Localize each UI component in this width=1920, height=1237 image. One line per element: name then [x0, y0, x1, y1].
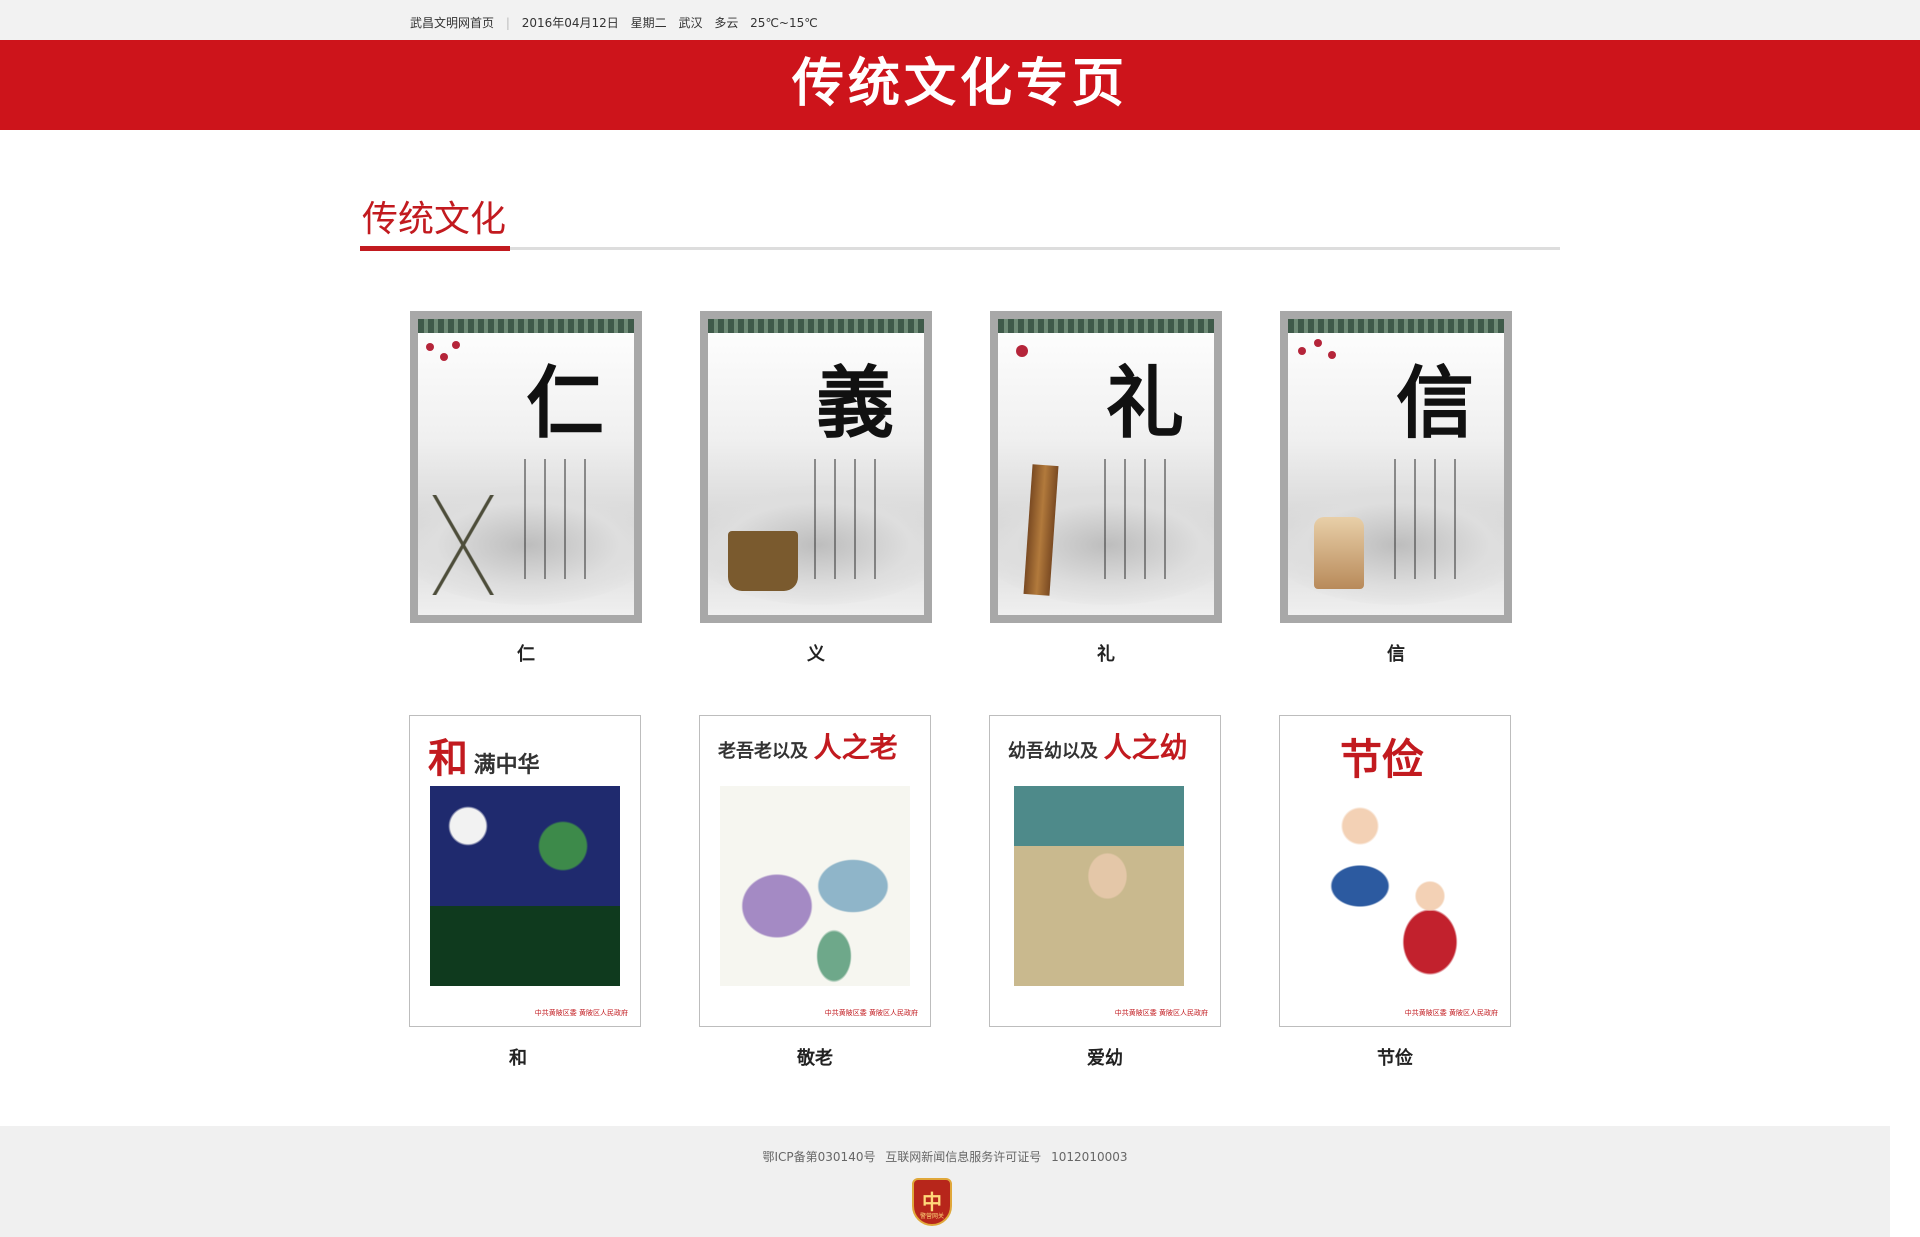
elders-painting [720, 786, 910, 986]
poster-footer-text: 中共黄陂区委 黄陂区人民政府 [1114, 1009, 1208, 1017]
poster-heading-big: 和 [428, 735, 468, 782]
poster-verse-lines [514, 459, 594, 579]
card-caption[interactable]: 仁 [410, 643, 642, 667]
section-divider [360, 247, 1560, 250]
date-text: 2016年04月12日 [521, 16, 619, 30]
plum-blossom-decoration [1292, 337, 1352, 377]
poster-footer-text: 中共黄陂区委 黄陂区人民政府 [1404, 1009, 1498, 1017]
seal-stone-decoration [1314, 517, 1364, 589]
poster-heading-big: 人之老 [813, 731, 898, 764]
roof-tiles-decoration [1288, 319, 1504, 333]
temperature-text: 25℃~15℃ [750, 16, 818, 30]
poster-footer-text: 中共黄陂区委 黄陂区人民政府 [534, 1009, 628, 1017]
poster-heading-big: 节俭 [1340, 735, 1425, 784]
poster-image[interactable]: 幼吾幼以及 人之幼 中共黄陂区委 黄陂区人民政府 [989, 715, 1221, 1027]
banner: 传统文化专页 [0, 40, 1920, 130]
weather-text: 多云 [714, 16, 739, 30]
poster-calligraphy: 仁 [525, 358, 604, 449]
license-label: 互联网新闻信息服务许可证号 [885, 1150, 1042, 1164]
badge-text: 警营网关 [919, 1213, 944, 1220]
top-bar-info: 武昌文明网首页 | 2016年04月12日 星期二 武汉 多云 25℃~15℃ [410, 14, 818, 31]
poster-image[interactable]: 信 [1280, 311, 1512, 623]
icp-text[interactable]: 鄂ICP备第030140号 [763, 1150, 876, 1164]
bamboo-decoration [432, 495, 502, 595]
magnolia-decoration [1002, 337, 1062, 377]
poster-heading: 节俭 [1340, 726, 1500, 784]
top-bar: 武昌文明网首页 | 2016年04月12日 星期二 武汉 多云 25℃~15℃ [0, 0, 1920, 40]
divider: | [505, 16, 510, 30]
home-link[interactable]: 武昌文明网首页 [410, 16, 494, 30]
weekday-text: 星期二 [630, 16, 667, 30]
poster-calligraphy: 礼 [1105, 358, 1184, 449]
poster-verse-lines [1094, 459, 1174, 579]
card-jinglao[interactable]: 老吾老以及 人之老 中共黄陂区委 黄陂区人民政府 敬老 [699, 715, 931, 1071]
card-caption[interactable]: 信 [1280, 643, 1512, 667]
poster-image[interactable]: 老吾老以及 人之老 中共黄陂区委 黄陂区人民政府 [699, 715, 931, 1027]
poster-image[interactable]: 仁 [410, 311, 642, 623]
police-badge-icon[interactable]: 中 警营网关 [912, 1178, 952, 1226]
plum-blossom-decoration [422, 337, 482, 377]
poster-image[interactable]: 节俭 中共黄陂区委 黄陂区人民政府 [1279, 715, 1511, 1027]
section-divider-accent [360, 246, 510, 251]
card-aiyou[interactable]: 幼吾幼以及 人之幼 中共黄陂区委 黄陂区人民政府 爱幼 [989, 715, 1221, 1071]
page-title: 传统文化专页 [791, 54, 1128, 114]
children-painting [1300, 786, 1500, 986]
poster-heading-small: 幼吾幼以及 [1008, 741, 1098, 762]
poster-heading-small: 老吾老以及 [718, 741, 808, 762]
roof-tiles-decoration [708, 319, 924, 333]
card-caption[interactable]: 和 [409, 1047, 641, 1071]
card-caption[interactable]: 敬老 [699, 1047, 931, 1071]
poster-heading: 老吾老以及 人之老 [718, 726, 920, 776]
footer: 鄂ICP备第030140号 互联网新闻信息服务许可证号 1012010003 中… [0, 1126, 1890, 1237]
card-caption[interactable]: 义 [700, 643, 932, 667]
card-he[interactable]: 和 满中华 中共黄陂区委 黄陂区人民政府 和 [409, 715, 641, 1071]
poster-heading-big: 人之幼 [1103, 731, 1188, 764]
poster-image[interactable]: 和 满中华 中共黄陂区委 黄陂区人民政府 [409, 715, 641, 1027]
roof-tiles-decoration [998, 319, 1214, 333]
poster-image[interactable]: 礼 [990, 311, 1222, 623]
license-number: 1012010003 [1051, 1150, 1128, 1164]
poster-heading-small: 满中华 [473, 752, 540, 778]
card-yi[interactable]: 義 义 [700, 311, 932, 667]
poster-calligraphy: 義 [815, 358, 894, 449]
bronze-ding-decoration [728, 531, 798, 591]
poster-verse-lines [804, 459, 884, 579]
city-text: 武汉 [678, 16, 703, 30]
poster-image[interactable]: 義 [700, 311, 932, 623]
card-caption[interactable]: 礼 [990, 643, 1222, 667]
card-li[interactable]: 礼 礼 [990, 311, 1222, 667]
roof-tiles-decoration [418, 319, 634, 333]
card-caption[interactable]: 爱幼 [989, 1047, 1221, 1071]
section-title: 传统文化 [362, 199, 507, 240]
card-xin[interactable]: 信 信 [1280, 311, 1512, 667]
card-ren[interactable]: 仁 仁 [410, 311, 642, 667]
poster-footer-text: 中共黄陂区委 黄陂区人民政府 [824, 1009, 918, 1017]
mother-child-painting [1014, 786, 1184, 986]
lotus-geese-painting [430, 786, 620, 986]
poster-verse-lines [1384, 459, 1464, 579]
poster-calligraphy: 信 [1395, 358, 1474, 449]
footer-license-text: 鄂ICP备第030140号 互联网新闻信息服务许可证号 1012010003 [0, 1148, 1890, 1165]
poster-heading: 幼吾幼以及 人之幼 [1008, 726, 1210, 776]
poster-heading: 和 满中华 [428, 726, 630, 782]
card-caption[interactable]: 节俭 [1279, 1047, 1511, 1071]
card-jiejian[interactable]: 节俭 中共黄陂区委 黄陂区人民政府 节俭 [1279, 715, 1511, 1071]
